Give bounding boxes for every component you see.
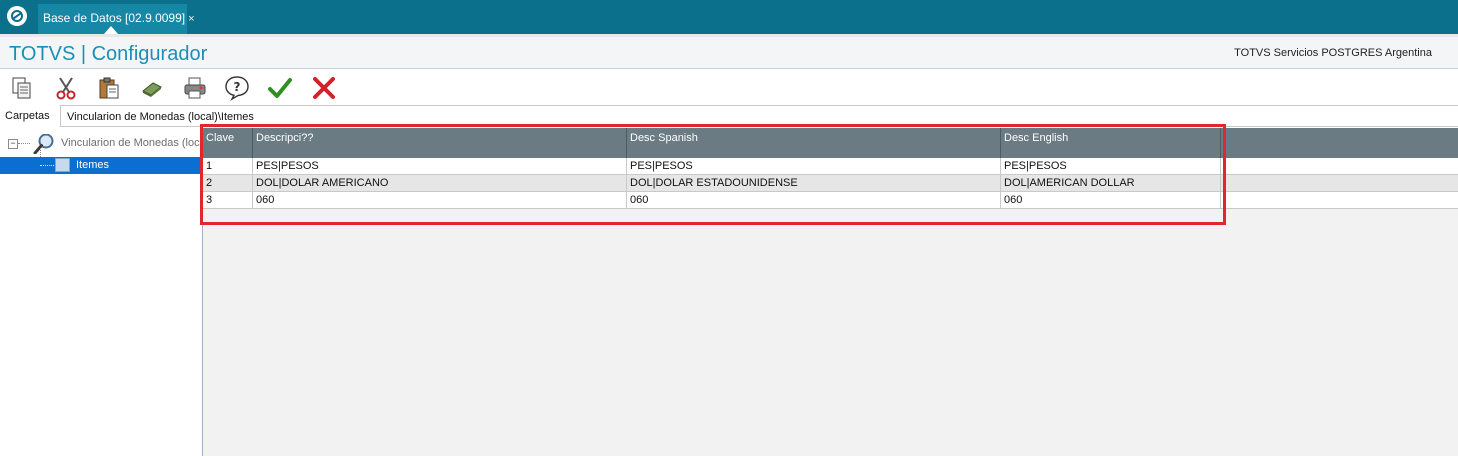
cell-desc-spanish[interactable]: PES|PESOS: [627, 158, 1001, 174]
paste-button[interactable]: [96, 75, 122, 101]
company-label: TOTVS Servicios POSTGRES Argentina: [1234, 47, 1432, 59]
cut-icon: [56, 77, 76, 100]
page-title: TOTVS | Configurador: [9, 43, 208, 65]
cell-desc-spanish[interactable]: 060: [627, 192, 1001, 208]
path-field: Vincularion de Monedas (local)\Itemes: [60, 105, 1458, 127]
help-button[interactable]: ?: [224, 75, 250, 101]
table-row[interactable]: 1 PES|PESOS PES|PESOS PES|PESOS: [203, 158, 1458, 175]
column-header-descripcion[interactable]: Descripci??: [253, 128, 627, 158]
top-bar: Base de Datos [02.9.0099] ×: [0, 0, 1458, 34]
column-header-desc-spanish[interactable]: Desc Spanish: [627, 128, 1001, 158]
tree-root-label: Vincularion de Monedas (local): [61, 137, 202, 149]
folder-tree: − Vincularion de Monedas (local) Itemes: [0, 128, 203, 456]
print-icon: [184, 77, 206, 99]
tree-connector: [18, 143, 30, 144]
cell-desc-spanish[interactable]: DOL|DOLAR ESTADOUNIDENSE: [627, 175, 1001, 191]
title-bar: TOTVS | Configurador TOTVS Servicios POS…: [0, 34, 1458, 69]
path-bar: Carpetas Vincularion de Monedas (local)\…: [0, 105, 1458, 127]
collapse-icon[interactable]: −: [8, 139, 18, 149]
cell-clave[interactable]: 3: [203, 192, 253, 208]
svg-text:?: ?: [234, 80, 241, 94]
cancel-icon: [313, 77, 335, 99]
copy-button[interactable]: [9, 75, 35, 101]
cell-desc-english[interactable]: PES|PESOS: [1001, 158, 1221, 174]
eraser-icon: [142, 82, 162, 97]
totvs-logo-icon[interactable]: [7, 6, 27, 26]
cell-clave[interactable]: 2: [203, 175, 253, 191]
cell-descripcion[interactable]: PES|PESOS: [253, 158, 627, 174]
cut-button[interactable]: [53, 75, 79, 101]
tree-root-node[interactable]: − Vincularion de Monedas (local): [8, 134, 202, 154]
tab-label: Base de Datos [02.9.0099]: [43, 11, 186, 25]
print-button[interactable]: [182, 75, 208, 101]
confirm-button[interactable]: [267, 75, 293, 101]
cell-clave[interactable]: 1: [203, 158, 253, 174]
table-icon: [55, 158, 70, 172]
tab-close-icon[interactable]: ×: [188, 13, 194, 25]
cell-descripcion[interactable]: DOL|DOLAR AMERICANO: [253, 175, 627, 191]
eraser-button[interactable]: [139, 75, 165, 101]
table-row[interactable]: 3 060 060 060: [203, 192, 1458, 209]
table-row[interactable]: 2 DOL|DOLAR AMERICANO DOL|DOLAR ESTADOUN…: [203, 175, 1458, 192]
search-icon: [33, 134, 54, 154]
copy-icon: [12, 77, 31, 99]
tab-indicator: [104, 26, 118, 34]
carpetas-label: Carpetas: [5, 110, 50, 122]
paste-icon: [99, 77, 119, 99]
toolbar: ?: [0, 69, 1458, 105]
confirm-icon: [268, 78, 292, 98]
tree-item-label: Itemes: [76, 159, 110, 171]
cell-descripcion[interactable]: 060: [253, 192, 627, 208]
tree-connector-horizontal: [40, 165, 54, 166]
data-grid: Clave Descripci?? Desc Spanish Desc Engl…: [203, 128, 1458, 456]
cell-desc-english[interactable]: 060: [1001, 192, 1221, 208]
tree-item-itemes[interactable]: Itemes: [0, 157, 202, 174]
column-header-desc-english[interactable]: Desc English: [1001, 128, 1221, 158]
column-header-clave[interactable]: Clave: [203, 128, 253, 158]
help-icon: ?: [225, 76, 249, 101]
cell-desc-english[interactable]: DOL|AMERICAN DOLLAR: [1001, 175, 1221, 191]
cancel-button[interactable]: [311, 75, 337, 101]
grid-header: Clave Descripci?? Desc Spanish Desc Engl…: [203, 128, 1458, 158]
